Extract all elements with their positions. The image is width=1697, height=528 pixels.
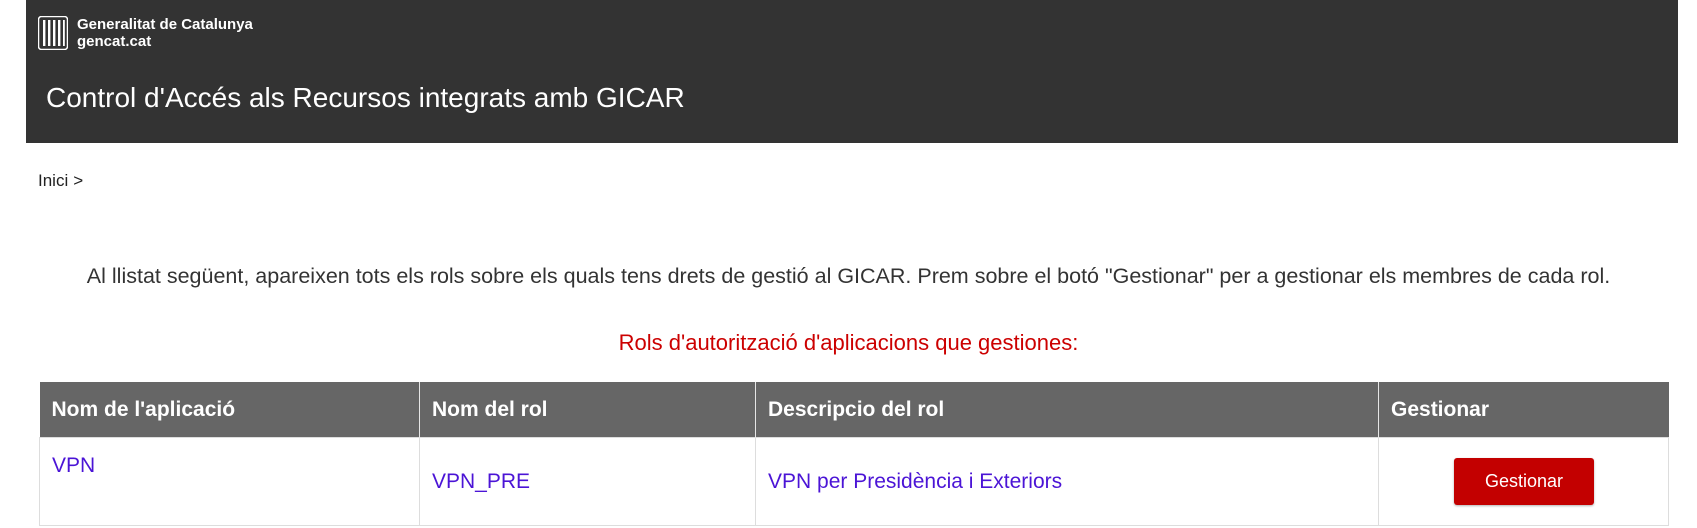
- column-header-app-name: Nom de l'aplicació: [39, 382, 420, 438]
- role-name-link[interactable]: VPN_PRE: [432, 470, 530, 493]
- column-header-role-description: Descripcio del rol: [755, 382, 1379, 438]
- manage-cell: Gestionar: [1378, 437, 1669, 526]
- site-header: Generalitat de Catalunya gencat.cat Cont…: [26, 0, 1678, 143]
- page-title: Control d'Accés als Recursos integrats a…: [46, 82, 685, 113]
- generalitat-logo-icon: [38, 16, 68, 50]
- breadcrumb: Inici >: [38, 171, 83, 191]
- brand-domain: gencat.cat: [77, 33, 152, 50]
- intro-text: Al llistat següent, apareixen tots els r…: [86, 264, 1611, 288]
- brand[interactable]: Generalitat de Catalunya gencat.cat: [38, 16, 253, 50]
- roles-table: Nom de l'aplicació Nom del rol Descripci…: [39, 382, 1669, 526]
- breadcrumb-separator: >: [73, 171, 84, 190]
- role-description-cell: VPN per Presidència i Exteriors: [755, 437, 1379, 526]
- table-row: VPN VPN_PRE VPN per Presidència i Exteri…: [39, 437, 1669, 526]
- manage-button[interactable]: Gestionar: [1454, 458, 1594, 505]
- table-header-row: Nom de l'aplicació Nom del rol Descripci…: [39, 382, 1669, 438]
- role-name-cell: VPN_PRE: [419, 437, 756, 526]
- section-title: Rols d'autorització d'aplicacions que ge…: [618, 330, 1079, 355]
- brand-text: Generalitat de Catalunya gencat.cat: [77, 16, 253, 50]
- brand-name: Generalitat de Catalunya: [77, 16, 253, 33]
- app-name-cell: VPN: [39, 437, 420, 526]
- role-description-link[interactable]: VPN per Presidència i Exteriors: [768, 470, 1062, 493]
- app-name-link[interactable]: VPN: [52, 454, 95, 477]
- column-header-role-name: Nom del rol: [419, 382, 756, 438]
- breadcrumb-home-link[interactable]: Inici: [38, 171, 68, 190]
- column-header-manage: Gestionar: [1378, 382, 1669, 438]
